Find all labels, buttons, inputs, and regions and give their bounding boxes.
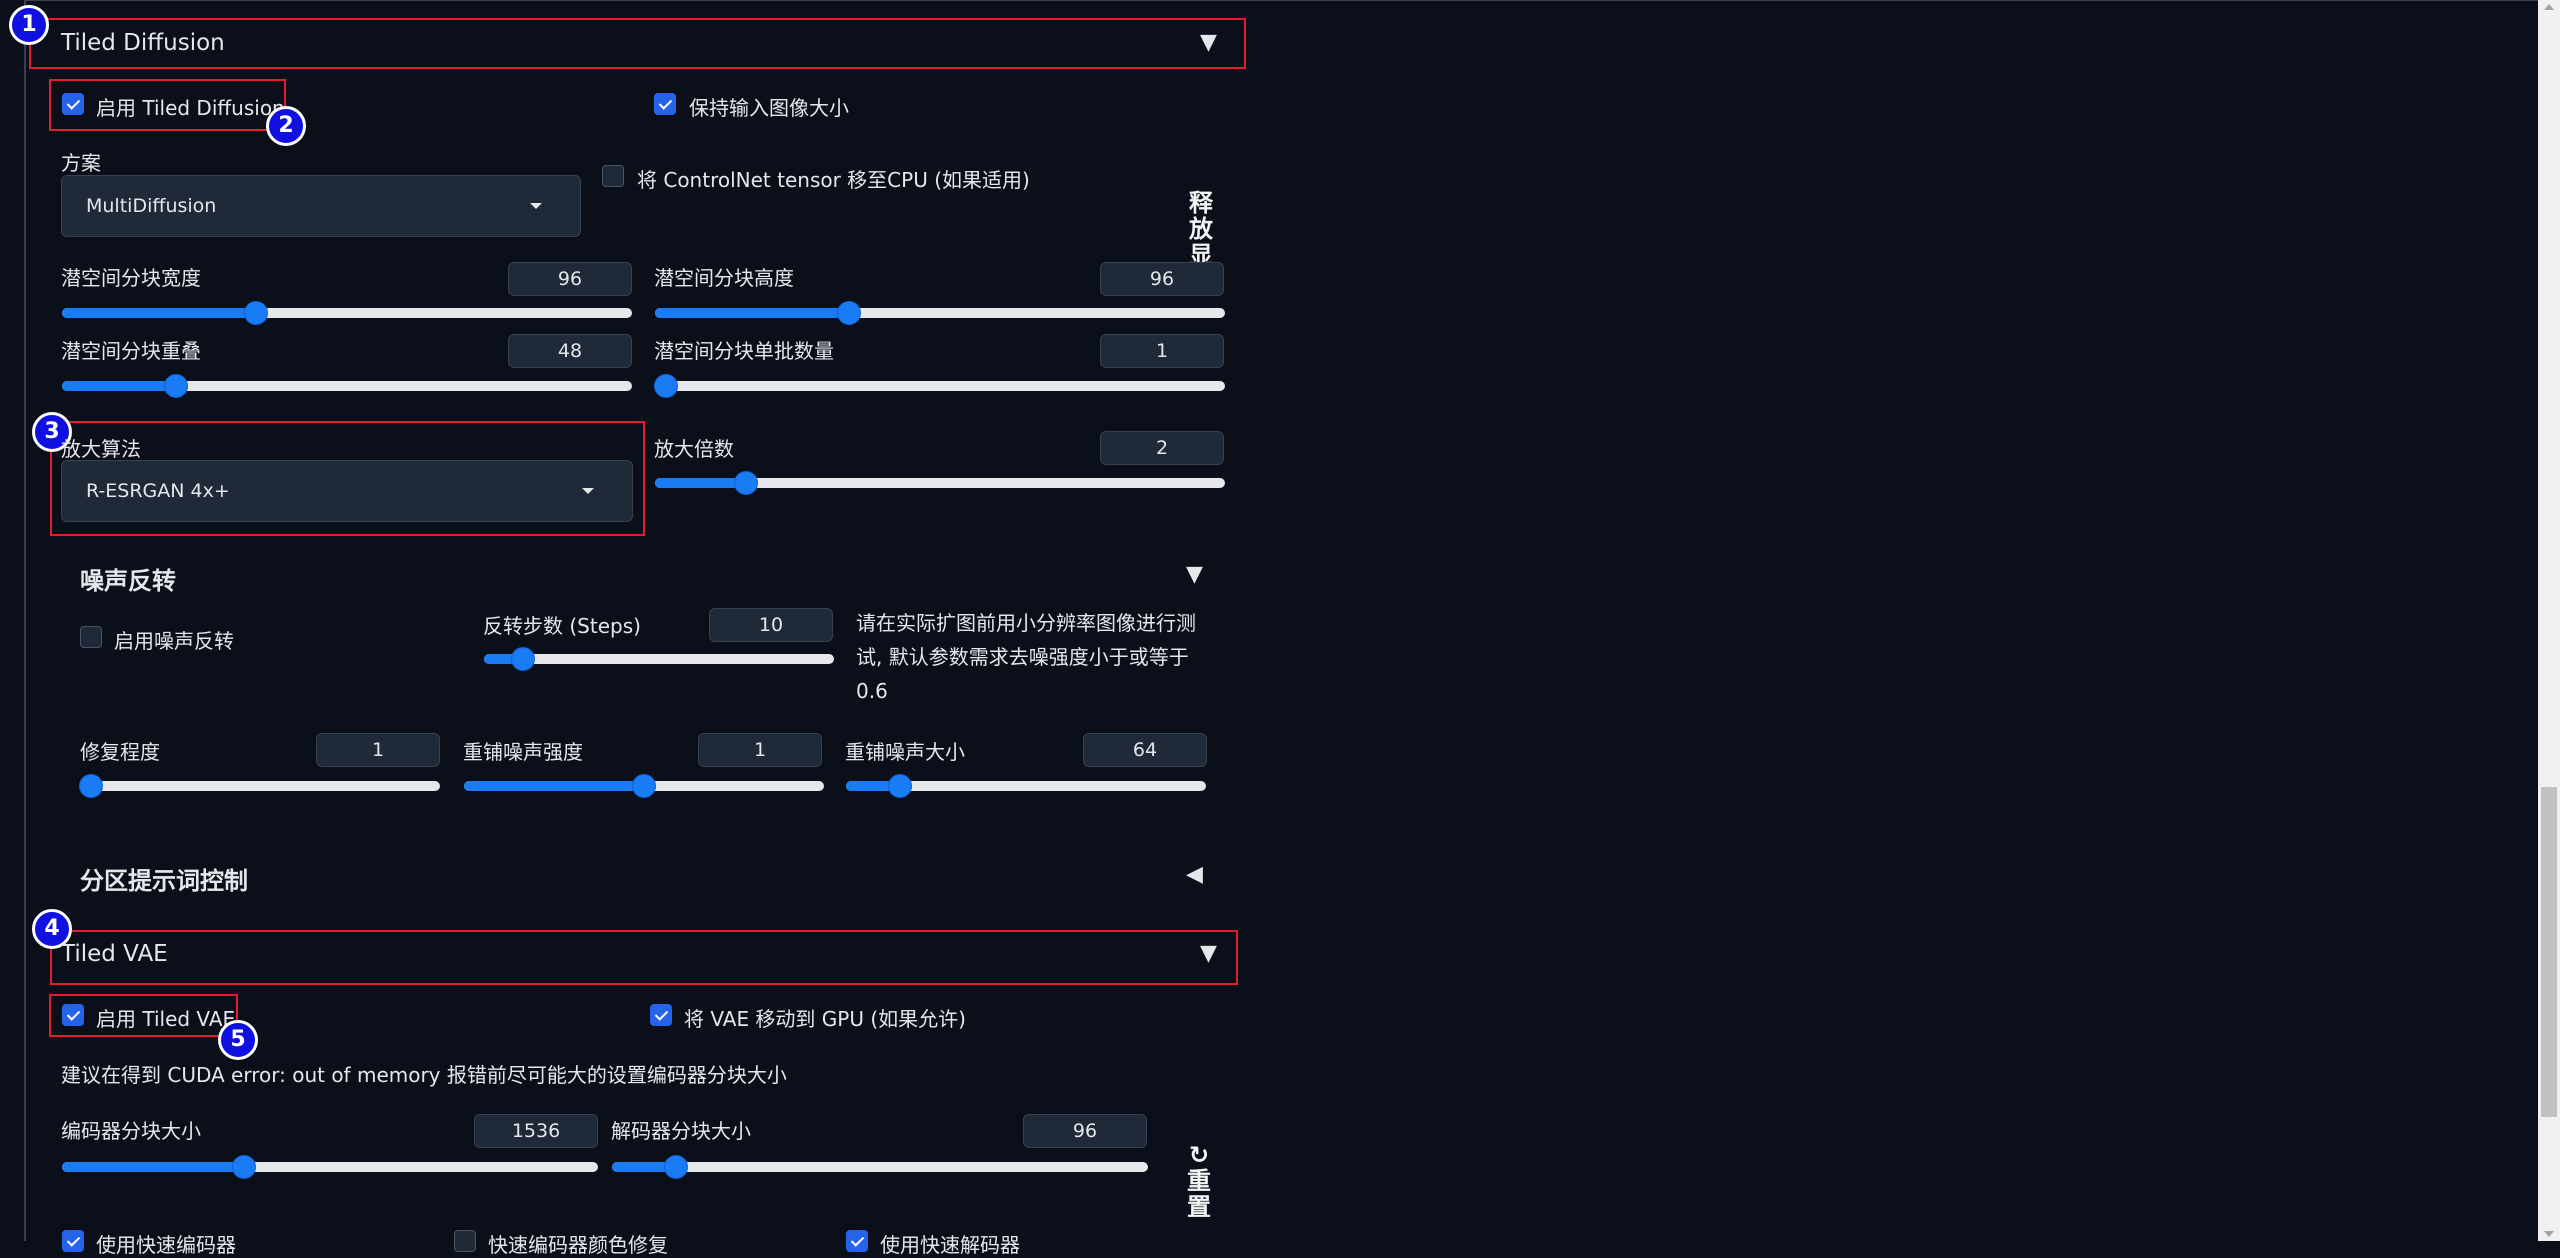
scale-input[interactable]: 2 (1100, 431, 1224, 465)
page-scrollbar[interactable] (2538, 0, 2560, 1241)
upscaler-label: 放大算法 (61, 437, 141, 461)
collapse-triangle-icon[interactable]: ▼ (1186, 562, 1203, 587)
tile-width-input[interactable]: 96 (508, 262, 632, 296)
reset-button[interactable]: ↻重置 (1184, 1142, 1214, 1220)
retouch-input[interactable]: 1 (316, 733, 440, 767)
enable-tiled-vae-label[interactable]: 启用 Tiled VAE (96, 1003, 235, 1032)
slider-thumb[interactable] (888, 774, 912, 798)
renoise-strength-label: 重铺噪声强度 (463, 740, 583, 764)
tile-width-label: 潜空间分块宽度 (61, 266, 201, 290)
decoder-tile-input[interactable]: 96 (1023, 1114, 1147, 1148)
tiled-diffusion-title[interactable]: Tiled Diffusion (61, 30, 225, 56)
fast-decoder-label[interactable]: 使用快速解码器 (880, 1229, 1020, 1258)
fast-decoder-checkbox[interactable] (846, 1230, 868, 1252)
renoise-strength-slider[interactable] (464, 774, 824, 798)
slider-thumb[interactable] (510, 647, 535, 671)
retouch-label: 修复程度 (80, 740, 160, 764)
color-fix-checkbox[interactable] (454, 1230, 476, 1252)
retouch-slider[interactable] (78, 774, 440, 798)
slider-thumb[interactable] (164, 374, 188, 398)
annotation-badge-5: 5 (218, 1020, 258, 1060)
controlnet-cpu-label[interactable]: 将 ControlNet tensor 移至CPU (如果适用) (637, 164, 1030, 193)
vae-to-gpu-checkbox[interactable] (650, 1004, 672, 1026)
renoise-size-slider[interactable] (846, 774, 1206, 798)
slider-thumb[interactable] (836, 301, 861, 325)
tile-height-input[interactable]: 96 (1100, 262, 1224, 296)
annotation-badge-1: 1 (9, 5, 49, 45)
tile-height-slider[interactable] (655, 301, 1225, 325)
tiled-vae-header-box (50, 930, 1238, 985)
enable-tiled-diffusion-checkbox[interactable] (62, 93, 84, 115)
slider-thumb[interactable] (632, 774, 656, 798)
inversion-steps-slider[interactable] (484, 647, 834, 671)
controlnet-cpu-checkbox[interactable] (602, 165, 624, 187)
upscaler-value: R-ESRGAN 4x+ (86, 480, 230, 502)
enable-noise-inversion-label[interactable]: 启用噪声反转 (114, 625, 234, 654)
method-dropdown[interactable]: MultiDiffusion (61, 175, 581, 237)
slider-thumb[interactable] (243, 301, 268, 325)
tile-overlap-slider[interactable] (62, 374, 632, 398)
tiled-vae-title[interactable]: Tiled VAE (61, 941, 168, 967)
decoder-tile-slider[interactable] (612, 1155, 1148, 1179)
enable-tiled-vae-checkbox[interactable] (62, 1004, 84, 1026)
scale-slider[interactable] (655, 471, 1225, 495)
free-vram-button[interactable]: 释放显 (1186, 190, 1216, 268)
scale-label: 放大倍数 (654, 437, 734, 461)
chevron-down-icon (582, 488, 594, 494)
noise-inversion-title[interactable]: 噪声反转 (80, 561, 176, 596)
collapse-triangle-icon[interactable]: ▼ (1200, 30, 1217, 55)
renoise-size-input[interactable]: 64 (1083, 733, 1207, 767)
collapse-triangle-icon[interactable]: ▼ (1200, 941, 1217, 966)
tile-overlap-label: 潜空间分块重叠 (61, 339, 201, 363)
inversion-steps-label: 反转步数 (Steps) (483, 614, 641, 638)
vae-hint: 建议在得到 CUDA error: out of memory 报错前尽可能大的… (61, 1063, 787, 1087)
vae-to-gpu-label[interactable]: 将 VAE 移动到 GPU (如果允许) (684, 1003, 966, 1032)
decoder-tile-label: 解码器分块大小 (611, 1119, 751, 1143)
tile-batch-input[interactable]: 1 (1100, 334, 1224, 368)
inversion-steps-input[interactable]: 10 (709, 608, 833, 642)
annotation-badge-2: 2 (266, 106, 306, 146)
enable-noise-inversion-checkbox[interactable] (80, 626, 102, 648)
renoise-size-label: 重铺噪声大小 (845, 740, 965, 764)
scrollbar-thumb[interactable] (2541, 787, 2557, 1117)
slider-thumb[interactable] (78, 774, 103, 798)
expand-triangle-icon[interactable]: ◀ (1186, 862, 1203, 887)
region-prompt-title[interactable]: 分区提示词控制 (80, 861, 248, 896)
slider-thumb[interactable] (734, 471, 759, 495)
method-label: 方案 (61, 151, 101, 175)
upscaler-dropdown[interactable]: R-ESRGAN 4x+ (61, 460, 633, 522)
tile-height-label: 潜空间分块高度 (654, 266, 794, 290)
noise-inversion-note: 请在实际扩图前用小分辨率图像进行测试, 默认参数需求去噪强度小于或等于0.6 (856, 611, 1196, 703)
tile-width-slider[interactable] (62, 301, 632, 325)
encoder-tile-label: 编码器分块大小 (61, 1119, 201, 1143)
encoder-tile-slider[interactable] (62, 1155, 598, 1179)
scroll-down-arrow-icon[interactable] (2544, 1231, 2554, 1237)
fast-encoder-checkbox[interactable] (62, 1230, 84, 1252)
fast-encoder-label[interactable]: 使用快速编码器 (96, 1229, 236, 1258)
enable-tiled-diffusion-label[interactable]: 启用 Tiled Diffusion (96, 92, 285, 121)
scroll-up-arrow-icon[interactable] (2544, 4, 2554, 10)
tile-overlap-input[interactable]: 48 (508, 334, 632, 368)
encoder-tile-input[interactable]: 1536 (474, 1114, 598, 1148)
renoise-strength-input[interactable]: 1 (698, 733, 822, 767)
keep-input-size-checkbox[interactable] (654, 93, 676, 115)
chevron-down-icon (530, 203, 542, 209)
method-value: MultiDiffusion (86, 195, 217, 217)
tile-batch-label: 潜空间分块单批数量 (654, 339, 834, 363)
keep-input-size-label[interactable]: 保持输入图像大小 (689, 92, 849, 121)
color-fix-label[interactable]: 快速编码器颜色修复 (488, 1229, 668, 1258)
tile-batch-slider[interactable] (654, 374, 1225, 398)
